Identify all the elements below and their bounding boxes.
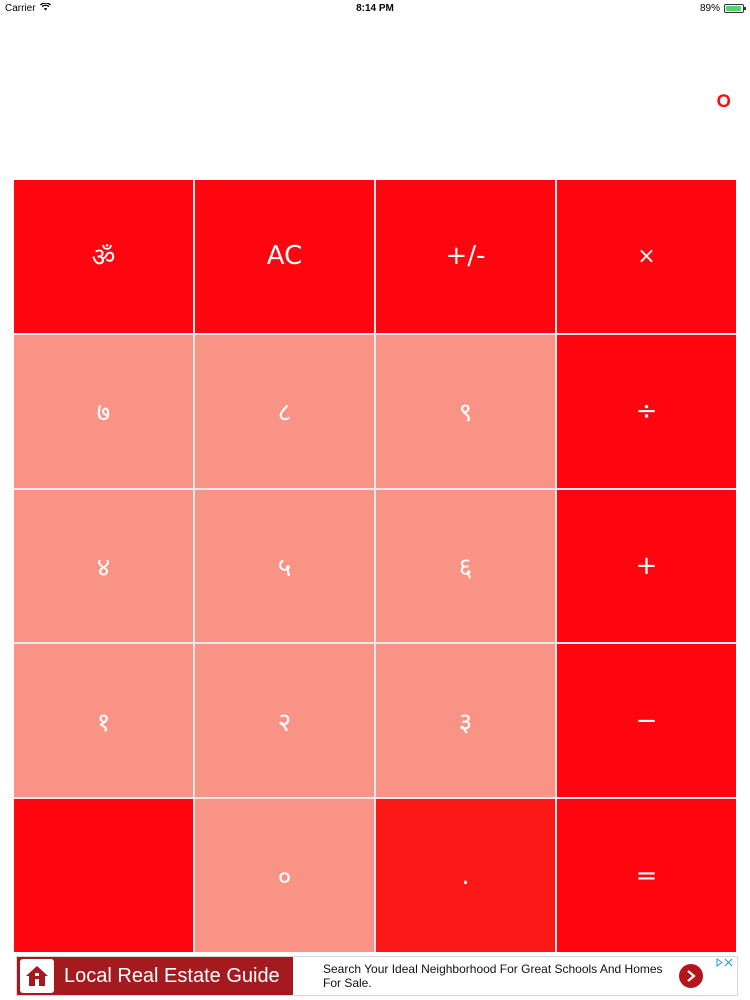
digit-4-label: ४: [96, 552, 111, 583]
digit-9-button[interactable]: ९: [376, 334, 555, 488]
plus-button-label: +: [635, 550, 658, 581]
ad-banner[interactable]: Local Real Estate Guide Search Your Idea…: [16, 956, 738, 996]
equals-button[interactable]: =: [557, 799, 736, 952]
digit-8-button[interactable]: ८: [195, 334, 374, 488]
digit-1-button[interactable]: १: [14, 644, 193, 798]
om-button[interactable]: ॐ: [14, 180, 193, 333]
ad-choices-icon[interactable]: [716, 958, 734, 969]
digit-6-button[interactable]: ६: [376, 489, 555, 643]
sign-toggle-button-label: +/-: [445, 241, 486, 272]
digit-4-button[interactable]: ४: [14, 489, 193, 643]
status-bar: Carrier 8:14 PM 89%: [0, 0, 750, 18]
ad-arrow-button[interactable]: [679, 964, 703, 988]
status-bar-right: 89%: [699, 3, 746, 14]
digit-8-label: ८: [277, 398, 292, 429]
battery-icon: [724, 4, 746, 13]
all-clear-button-label: AC: [266, 241, 303, 272]
ad-title: Local Real Estate Guide: [64, 964, 280, 987]
digit-1-label: १: [96, 707, 111, 738]
plus-button[interactable]: +: [557, 489, 736, 643]
digit-7-label: ७: [96, 398, 111, 429]
digit-5-button[interactable]: ५: [195, 489, 374, 643]
digit-9-label: ९: [458, 398, 473, 429]
digit-0-label: ०: [277, 862, 292, 893]
digit-6-label: ६: [458, 552, 473, 583]
om-button-label: ॐ: [91, 243, 116, 274]
battery-percent: 89%: [699, 3, 720, 14]
minus-button[interactable]: −: [557, 644, 736, 798]
calculator-keypad: ॐ AC +/- × ७ ८ ९ ÷ ४ ५ ६ + १ २ ३ − ० . =: [14, 180, 736, 952]
multiply-button[interactable]: ×: [557, 180, 736, 333]
blank-button[interactable]: [14, 799, 193, 952]
digit-5-label: ५: [277, 552, 292, 583]
equals-button-label: =: [635, 860, 658, 891]
divide-button[interactable]: ÷: [557, 334, 736, 488]
minus-button-label: −: [635, 705, 658, 736]
status-time: 8:14 PM: [356, 3, 394, 14]
all-clear-button[interactable]: AC: [195, 180, 374, 333]
chevron-right-icon: [687, 970, 696, 982]
multiply-button-label: ×: [637, 243, 656, 269]
digit-2-label: २: [277, 707, 292, 738]
digit-3-button[interactable]: ३: [376, 644, 555, 798]
digit-0-button[interactable]: ०: [195, 799, 374, 952]
ad-tagline: Search Your Ideal Neighborhood For Great…: [323, 962, 663, 990]
digit-2-button[interactable]: २: [195, 644, 374, 798]
calculator-display: ०: [715, 81, 732, 119]
decimal-button[interactable]: .: [376, 799, 555, 952]
decimal-button-label: .: [461, 860, 470, 891]
digit-3-label: ३: [458, 707, 473, 738]
ad-brand: Local Real Estate Guide: [17, 957, 293, 995]
sign-toggle-button[interactable]: +/-: [376, 180, 555, 333]
house-icon: [20, 959, 54, 993]
digit-7-button[interactable]: ७: [14, 334, 193, 488]
divide-button-label: ÷: [635, 396, 658, 427]
